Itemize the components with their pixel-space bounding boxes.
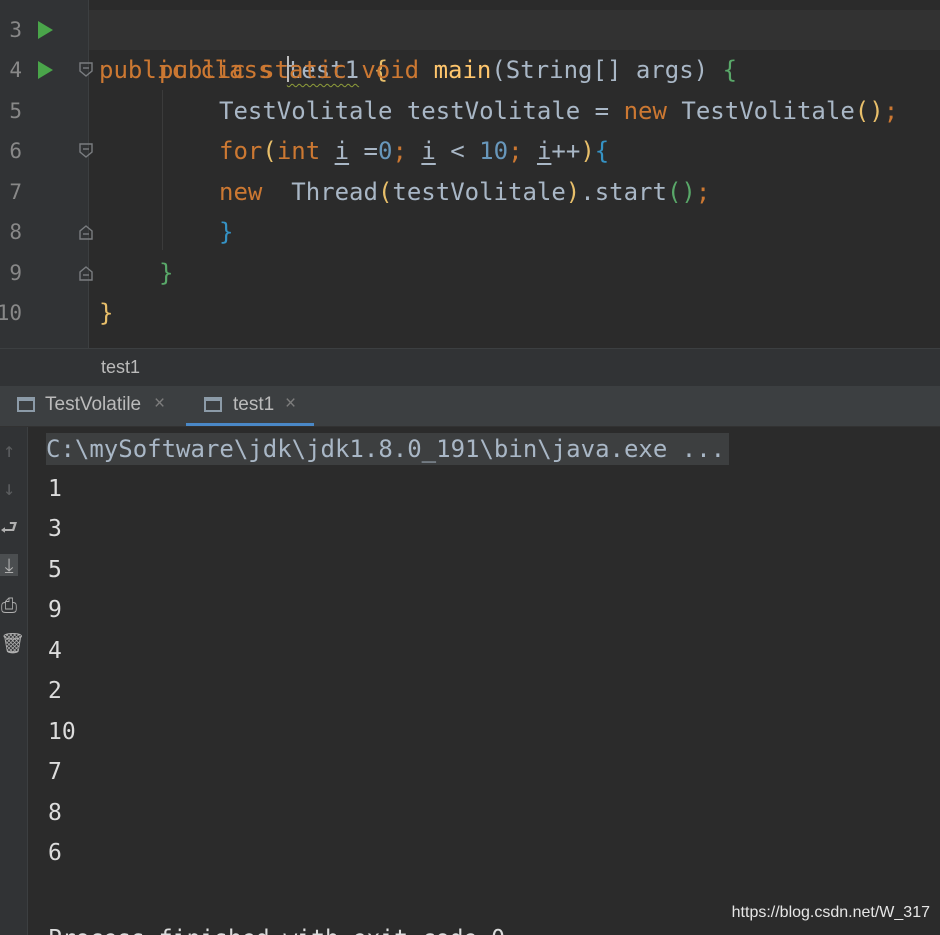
output-line: 8 (48, 800, 62, 826)
command-line: C:\mySoftware\jdk\jdk1.8.0_191\bin\java.… (46, 433, 730, 465)
line-number: 9 (9, 261, 22, 285)
declaration: TestVolitale testVolitale = (219, 97, 624, 125)
code-editor[interactable]: 3 public class test1 { 4 public static v… (0, 0, 940, 348)
fold-close-icon[interactable] (79, 266, 93, 281)
output-line: 3 (48, 516, 62, 542)
up-arrow-icon[interactable]: ↑ (0, 439, 18, 461)
scroll-to-end-icon[interactable]: ⤓ (0, 554, 18, 576)
console-icon (204, 397, 222, 412)
soft-wrap-icon[interactable]: ⮐ (0, 516, 18, 538)
run-tab-bar: TestVolatile × test1 × (0, 386, 940, 427)
output-line: 7 (48, 759, 62, 785)
output-line: 10 (48, 719, 76, 745)
keyword: for (219, 137, 263, 165)
number: 0 (377, 137, 393, 165)
output-line: 4 (48, 638, 62, 664)
close-icon[interactable]: × (285, 393, 296, 415)
paren: ) (565, 178, 581, 206)
brace: { (722, 56, 738, 84)
tab-label: test1 (233, 394, 275, 415)
fold-open-icon[interactable] (79, 143, 93, 158)
line-number: 6 (9, 139, 22, 163)
brace: } (99, 299, 114, 327)
tab-testvolatile[interactable]: TestVolatile × (0, 386, 185, 426)
breadcrumb[interactable]: test1 (0, 348, 940, 387)
output-line: 9 (48, 597, 62, 623)
method-call: .start (580, 178, 667, 206)
operator: < (435, 137, 480, 165)
run-class-icon[interactable] (38, 21, 53, 39)
line-number: 3 (9, 18, 22, 42)
print-icon[interactable]: ⎙ (0, 594, 18, 616)
console-icon (17, 397, 35, 412)
output-line: 6 (48, 840, 62, 866)
number: 10 (479, 137, 509, 165)
constructor: TestVolitale (681, 97, 855, 125)
argument: testVolitale (392, 178, 566, 206)
parens: () (854, 97, 884, 125)
line-number: 8 (9, 220, 22, 244)
keyword: int (276, 137, 321, 165)
variable: i (421, 137, 436, 165)
variable: i (334, 137, 350, 165)
code-line-10[interactable]: 10 } (0, 293, 940, 333)
console-toolbar: ↑ ↓ ⮐ ⤓ ⎙ 🗑 (0, 427, 28, 935)
fold-close-icon[interactable] (79, 225, 93, 240)
semicolon: ; (695, 178, 711, 206)
method-params: (String[] args) (491, 56, 709, 84)
fold-open-icon[interactable] (79, 62, 93, 77)
output-line: 2 (48, 678, 62, 704)
watermark: https://blog.csdn.net/W_317 (731, 904, 930, 921)
down-arrow-icon[interactable]: ↓ (0, 477, 18, 499)
semicolon: ; (508, 137, 537, 165)
line-number: 10 (0, 301, 22, 325)
trash-icon[interactable]: 🗑 (0, 632, 25, 654)
keyword: new (219, 178, 263, 206)
operator: = (349, 137, 378, 165)
tab-test1[interactable]: test1 × (186, 386, 314, 426)
line-number: 7 (9, 180, 22, 204)
keyword: static (260, 56, 347, 84)
line-number: 5 (9, 99, 22, 123)
semicolon: ; (392, 137, 422, 165)
tab-label: TestVolatile (45, 394, 142, 415)
code-line-7[interactable]: 7 new Thread(testVolitale).start(); (0, 172, 940, 212)
paren: ) (580, 137, 595, 165)
output-line: 5 (48, 557, 62, 583)
class-ref: Thread (262, 178, 378, 206)
parens: () (666, 178, 696, 206)
keyword: new (623, 97, 667, 125)
line-number: 4 (9, 58, 22, 82)
code-line-8[interactable]: 8 } (0, 212, 940, 252)
method-name: main (433, 56, 492, 84)
operator: ++ (551, 137, 581, 165)
code-line-5[interactable]: 5 TestVolitale testVolitale = new TestVo… (0, 91, 940, 131)
code-line-3[interactable]: 3 public class test1 { (0, 10, 940, 84)
paren: ( (377, 178, 393, 206)
breadcrumb-item[interactable]: test1 (101, 357, 140, 378)
brace: { (594, 137, 610, 165)
close-icon[interactable]: × (154, 393, 165, 415)
paren: ( (262, 137, 277, 165)
brace: } (159, 259, 174, 287)
code-line-6[interactable]: 6 for(int i =0; i < 10; i++){ (0, 131, 940, 171)
keyword: void (361, 56, 420, 84)
exit-status: Process finished with exit code 0 (48, 919, 505, 935)
brace: } (219, 218, 234, 246)
keyword: public (159, 56, 246, 84)
console-output[interactable]: C:\mySoftware\jdk\jdk1.8.0_191\bin\java.… (28, 427, 940, 935)
code-line-9[interactable]: 9 } (0, 253, 940, 293)
code-line-4[interactable]: 4 public static void main(String[] args)… (0, 50, 940, 90)
output-line: 1 (48, 476, 62, 502)
run-main-icon[interactable] (38, 61, 53, 79)
variable: i (536, 137, 552, 165)
semicolon: ; (883, 97, 899, 125)
